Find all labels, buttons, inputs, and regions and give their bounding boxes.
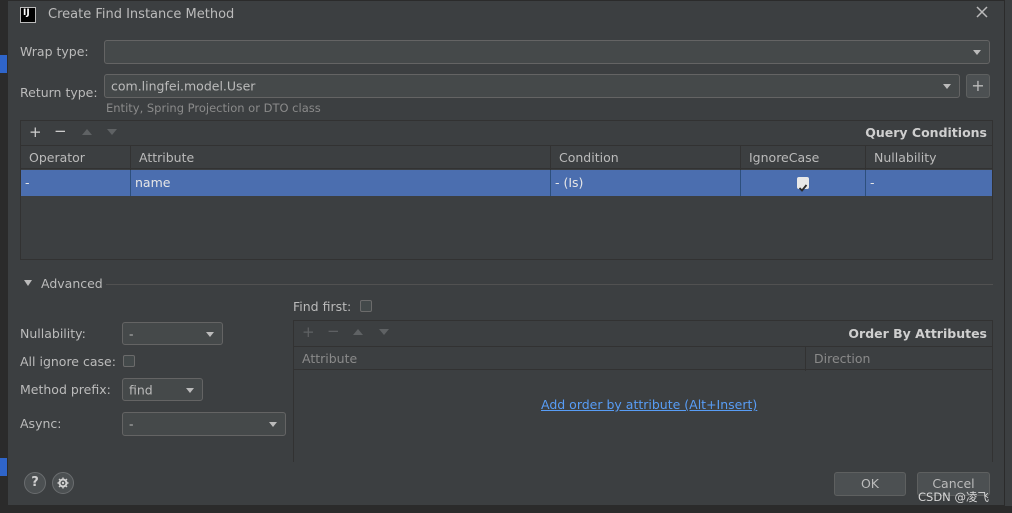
move-up-icon[interactable]: [353, 329, 363, 335]
ignorecase-cell[interactable]: [741, 170, 866, 196]
async-value: -: [129, 416, 134, 432]
column-header-nullability[interactable]: Nullability: [866, 146, 992, 170]
all-ignore-case-checkbox[interactable]: [123, 355, 135, 367]
method-prefix-value: find: [129, 382, 153, 397]
add-order-link[interactable]: Add order by attribute (Alt+Insert): [541, 397, 757, 412]
async-label: Async:: [20, 416, 62, 431]
column-header-attribute[interactable]: Attribute: [294, 347, 806, 371]
chevron-down-icon: [943, 84, 951, 89]
plus-icon: +: [971, 76, 985, 95]
return-type-value: com.lingfei.model.User: [111, 78, 256, 94]
ok-button[interactable]: OK: [834, 472, 906, 496]
async-select[interactable]: -: [122, 412, 286, 436]
chevron-down-icon: [269, 422, 277, 427]
ide-background-left: [0, 0, 7, 513]
remove-order-icon[interactable]: −: [327, 324, 340, 339]
ok-label: OK: [860, 476, 880, 491]
help-button[interactable]: ?: [24, 472, 46, 494]
nullability-select[interactable]: -: [122, 322, 223, 345]
find-first-label: Find first:: [293, 299, 352, 314]
app-icon-text: IJ: [23, 8, 30, 18]
wrap-type-select[interactable]: [104, 40, 990, 64]
condition-cell[interactable]: - (Is): [551, 170, 741, 196]
query-conditions-title: Query Conditions: [865, 125, 987, 140]
column-header-attribute[interactable]: Attribute: [131, 146, 551, 170]
remove-condition-icon[interactable]: −: [54, 124, 67, 139]
method-prefix-label: Method prefix:: [20, 382, 111, 397]
settings-button[interactable]: [52, 472, 74, 494]
attribute-cell[interactable]: name: [131, 170, 551, 196]
ignorecase-checkbox[interactable]: [797, 177, 809, 192]
add-order-icon[interactable]: +: [302, 325, 315, 340]
method-prefix-select[interactable]: find: [122, 378, 203, 401]
find-first-checkbox[interactable]: [360, 300, 372, 312]
add-return-type-button[interactable]: +: [966, 74, 990, 98]
query-conditions-panel: + − Query Conditions Operator Attribute …: [20, 120, 993, 260]
add-condition-icon[interactable]: +: [29, 125, 42, 140]
close-icon[interactable]: [974, 4, 990, 20]
return-type-label: Return type:: [20, 85, 98, 100]
help-icon: ?: [31, 475, 39, 490]
ide-background-accent-2: [0, 458, 7, 476]
create-find-method-dialog: IJ Create Find Instance Method Wrap type…: [7, 0, 1005, 506]
operator-cell[interactable]: -: [21, 170, 131, 196]
checkmark-icon: [798, 184, 808, 192]
ide-background-accent: [0, 55, 7, 73]
advanced-section-label[interactable]: Advanced: [41, 276, 103, 291]
wrap-type-label: Wrap type:: [20, 44, 89, 59]
column-header-ignorecase[interactable]: IgnoreCase: [741, 146, 866, 170]
move-down-icon[interactable]: [107, 129, 117, 135]
column-header-operator[interactable]: Operator: [21, 146, 131, 170]
order-by-panel: + − Order By Attributes Attribute Direct…: [293, 320, 993, 462]
table-row[interactable]: - name - (Is) -: [21, 170, 992, 196]
return-type-hint: Entity, Spring Projection or DTO class: [106, 101, 321, 115]
column-header-direction[interactable]: Direction: [806, 347, 992, 371]
nullability-cell[interactable]: -: [866, 170, 992, 196]
gear-icon: [57, 477, 69, 489]
order-table-header: Attribute Direction: [294, 346, 992, 371]
return-type-select[interactable]: com.lingfei.model.User: [104, 74, 960, 98]
dialog-title: Create Find Instance Method: [48, 7, 235, 22]
app-icon: IJ: [20, 7, 36, 23]
column-header-condition[interactable]: Condition: [551, 146, 741, 170]
nullability-value: -: [129, 326, 134, 341]
ide-background-bottom: [0, 506, 1012, 513]
query-table-header: Operator Attribute Condition IgnoreCase …: [21, 145, 992, 170]
chevron-down-icon: [206, 331, 214, 337]
nullability-label: Nullability:: [20, 326, 86, 341]
chevron-down-icon: [973, 50, 981, 55]
watermark: CSDN @凌飞: [918, 490, 989, 504]
move-down-icon[interactable]: [379, 329, 389, 335]
chevron-down-icon: [186, 387, 194, 393]
all-ignore-case-label: All ignore case:: [20, 354, 116, 369]
order-by-title: Order By Attributes: [848, 326, 987, 341]
move-up-icon[interactable]: [82, 129, 92, 135]
advanced-separator: [106, 284, 993, 285]
collapse-arrow-icon[interactable]: [24, 280, 32, 286]
